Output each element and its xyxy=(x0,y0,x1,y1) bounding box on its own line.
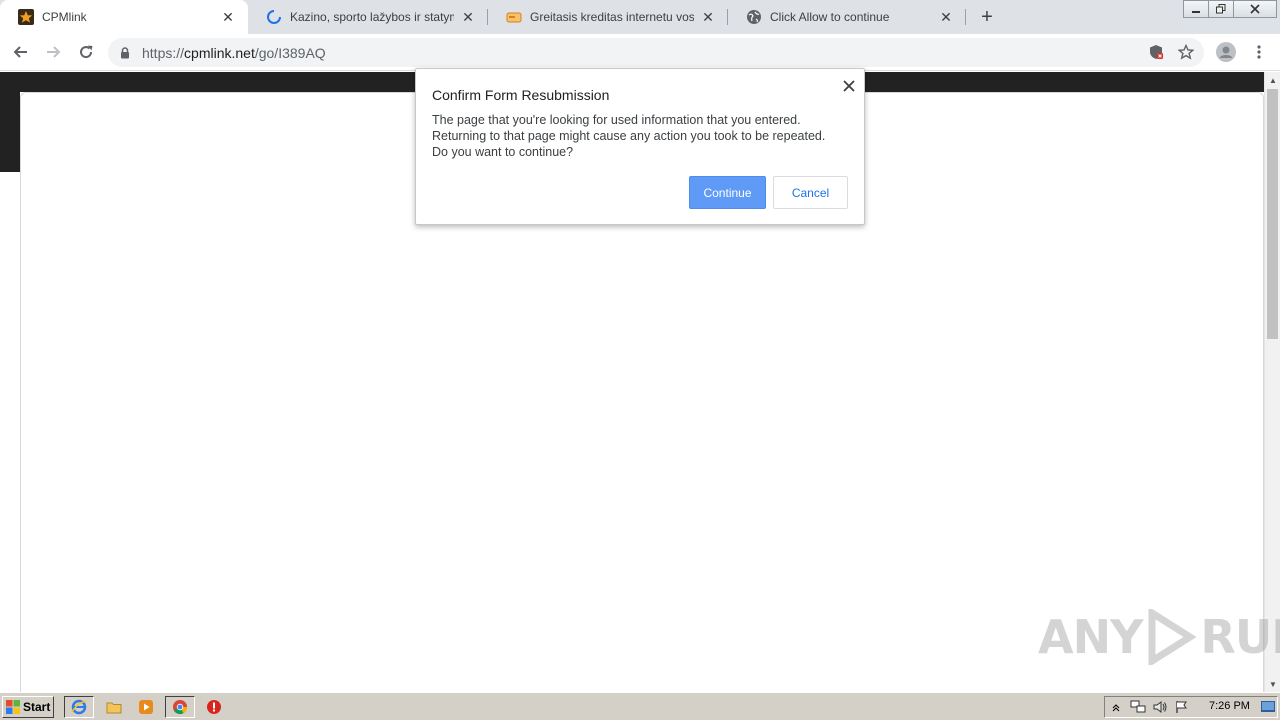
security-app-taskbar-button[interactable] xyxy=(204,697,224,717)
url-scheme: https:// xyxy=(142,44,185,61)
restore-button[interactable] xyxy=(1208,0,1234,18)
scrollbar-thumb[interactable] xyxy=(1267,89,1278,339)
bookmark-star-icon[interactable] xyxy=(1177,43,1195,61)
profile-avatar-icon[interactable] xyxy=(1215,41,1237,63)
media-player-taskbar-button[interactable] xyxy=(136,697,156,717)
reload-button[interactable] xyxy=(73,39,99,65)
show-hidden-icons-icon[interactable] xyxy=(1105,698,1127,716)
windows-flag-icon xyxy=(6,700,20,714)
folder-icon xyxy=(106,702,122,714)
tab-cpmlink[interactable]: CPMlink ✕ xyxy=(0,0,248,34)
url-path: /go/I389AQ xyxy=(254,44,326,61)
tab-title: Kazino, sporto lažybos ir statymai inter… xyxy=(290,10,454,24)
scroll-up-arrow-icon[interactable]: ▲ xyxy=(1265,72,1280,88)
arrow-left-icon xyxy=(13,46,27,58)
window-controls xyxy=(1183,0,1277,18)
cancel-button[interactable]: Cancel xyxy=(773,176,848,209)
tab-close-icon[interactable]: ✕ xyxy=(938,9,954,25)
volume-icon[interactable] xyxy=(1149,698,1171,716)
tab-separator xyxy=(965,9,966,25)
anyrun-watermark: ANY RUN xyxy=(1038,606,1280,668)
chrome-icon xyxy=(173,700,188,715)
start-button[interactable]: Start xyxy=(2,696,54,718)
window-close-button[interactable] xyxy=(1233,0,1277,18)
tab-title: Greitasis kreditas internetu vos per 15 … xyxy=(530,10,694,24)
watermark-text-right: RUN xyxy=(1200,610,1280,664)
arrow-right-icon xyxy=(47,46,61,58)
tab-click-allow[interactable]: Click Allow to continue ✕ xyxy=(728,0,966,34)
tab-close-icon[interactable]: ✕ xyxy=(460,9,476,25)
new-tab-button[interactable]: + xyxy=(976,6,998,28)
dialog-message-line: Do you want to continue? xyxy=(432,145,574,159)
tab-close-icon[interactable]: ✕ xyxy=(700,9,716,25)
forward-button[interactable] xyxy=(40,39,66,65)
system-tray: 7:26 PM xyxy=(1104,696,1278,718)
tab-greitasis[interactable]: Greitasis kreditas internetu vos per 15 … xyxy=(488,0,728,34)
media-player-icon xyxy=(139,700,153,714)
blocked-popup-icon[interactable] xyxy=(1147,43,1165,61)
dialog-close-icon[interactable] xyxy=(840,77,858,95)
chrome-taskbar-button[interactable] xyxy=(165,696,195,718)
menu-kebab-icon[interactable] xyxy=(1250,43,1268,61)
minimize-button[interactable] xyxy=(1183,0,1209,18)
internet-explorer-icon xyxy=(71,699,87,715)
dialog-message-line: Returning to that page might cause any a… xyxy=(432,129,826,143)
tab-strip: CPMlink ✕ Kazino, sporto lažybos ir stat… xyxy=(0,0,1280,34)
page-dark-side xyxy=(0,92,20,172)
lock-icon[interactable] xyxy=(120,46,132,59)
loading-spinner-icon xyxy=(266,9,282,25)
watermark-text-left: ANY xyxy=(1038,610,1143,664)
address-url: https://cpmlink.net/go/I389AQ xyxy=(142,45,326,61)
continue-button[interactable]: Continue xyxy=(689,176,766,209)
confirm-resubmission-dialog: Confirm Form Resubmission The page that … xyxy=(415,68,865,225)
dialog-message: The page that you're looking for used in… xyxy=(432,112,852,160)
scroll-down-arrow-icon[interactable]: ▼ xyxy=(1265,676,1280,692)
tab-kazino[interactable]: Kazino, sporto lažybos ir statymai inter… xyxy=(248,0,488,34)
windows-taskbar: Start 7:26 PM xyxy=(0,692,1280,720)
url-host: cpmlink.net xyxy=(184,44,255,61)
ie-taskbar-button[interactable] xyxy=(64,696,94,718)
watermark-play-icon xyxy=(1148,609,1197,665)
taskbar-clock[interactable]: 7:26 PM xyxy=(1209,700,1250,712)
tab-close-icon[interactable]: ✕ xyxy=(220,9,236,25)
network-icon[interactable] xyxy=(1127,698,1149,716)
browser-toolbar: https://cpmlink.net/go/I389AQ xyxy=(0,34,1280,71)
tab-title: Click Allow to continue xyxy=(770,10,890,24)
stop-alert-icon xyxy=(207,700,221,714)
show-desktop-icon[interactable] xyxy=(1261,700,1275,714)
explorer-taskbar-button[interactable] xyxy=(104,697,124,717)
address-bar[interactable]: https://cpmlink.net/go/I389AQ xyxy=(108,38,1204,67)
tab-title: CPMlink xyxy=(42,10,87,24)
reload-icon xyxy=(80,45,93,59)
dialog-message-line: The page that you're looking for used in… xyxy=(432,113,801,127)
back-button[interactable] xyxy=(8,39,34,65)
dialog-title: Confirm Form Resubmission xyxy=(432,87,610,103)
vertical-scrollbar[interactable]: ▲ ▼ xyxy=(1264,72,1280,692)
start-label: Start xyxy=(23,700,51,714)
cpmlink-star-icon xyxy=(18,9,34,25)
credit-card-icon xyxy=(506,9,522,25)
action-center-flag-icon[interactable] xyxy=(1171,698,1193,716)
globe-icon xyxy=(746,9,762,25)
